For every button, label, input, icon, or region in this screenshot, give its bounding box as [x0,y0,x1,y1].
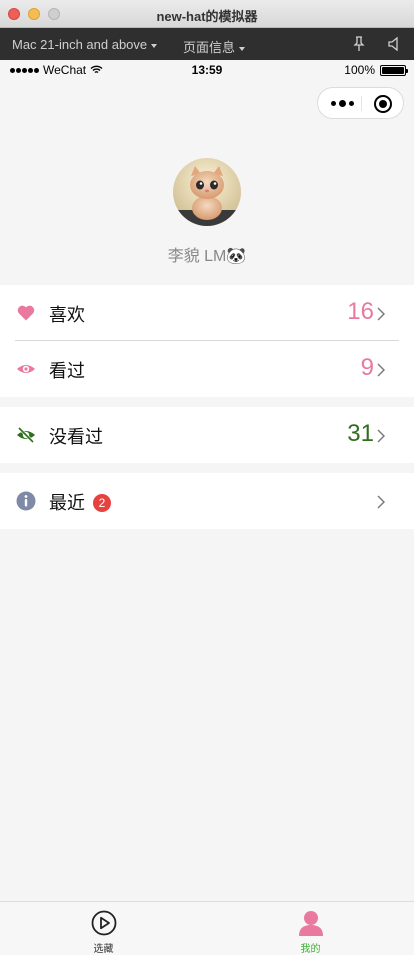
device-select[interactable]: Mac 21-inch and above [12,37,158,52]
tab-mine[interactable]: 我的 [207,902,414,955]
play-circle-icon [91,910,117,936]
device-select-label: Mac 21-inch and above [12,37,148,52]
tab-collection[interactable]: 选藏 [0,902,207,955]
more-icon[interactable] [328,96,356,110]
capsule-menu [317,87,404,119]
window-titlebar: new-hat的模拟器 [0,0,414,28]
simulator-toolbar: Mac 21-inch and above 页面信息 [0,28,414,60]
caret-down-icon [151,43,158,48]
tab-bar: 选藏 我的 [0,901,414,955]
user-name: 李貌 LM🐼 [167,248,247,265]
row-watched[interactable]: 看过 9 [0,341,414,397]
row-like-count: 16 [347,298,374,325]
caret-down-icon [239,46,246,51]
chevron-right-icon [377,429,385,443]
window-title: new-hat的模拟器 [156,9,258,24]
close-target-icon[interactable] [374,95,392,113]
row-unwatched-label: 没看过 [49,427,103,447]
avatar[interactable] [173,158,241,226]
info-icon [16,491,36,511]
battery-percent: 100% [344,63,375,77]
eye-icon [17,365,35,373]
speaker-icon[interactable] [387,36,401,52]
chevron-right-icon [377,363,385,377]
row-unwatched[interactable]: 没看过 31 [0,407,414,463]
eye-off-icon [17,426,35,444]
page-info-label: 页面信息 [183,40,236,55]
row-unwatched-count: 31 [347,420,374,447]
row-recent[interactable]: 最近 2 [0,473,414,529]
row-watched-count: 9 [360,354,374,381]
person-icon [299,911,323,936]
page-info-select[interactable]: 页面信息 [183,37,246,56]
heart-icon [17,305,35,321]
status-bar: WeChat 13:59 100% [0,60,414,80]
pin-icon[interactable] [352,36,366,52]
tab-mine-label: 我的 [300,944,321,955]
row-recent-label: 最近 [49,493,85,513]
row-like[interactable]: 喜欢 16 [0,285,414,341]
chevron-right-icon [377,307,385,321]
row-recent-label-wrap: 最近 2 [49,489,111,515]
row-watched-label: 看过 [49,361,85,381]
notification-badge: 2 [93,494,111,512]
battery-icon [380,64,408,76]
kitten-avatar-image [173,158,241,226]
row-like-label: 喜欢 [49,305,85,325]
chevron-right-icon [377,495,385,509]
capsule-divider [361,96,362,111]
tab-collection-label: 选藏 [93,944,114,955]
